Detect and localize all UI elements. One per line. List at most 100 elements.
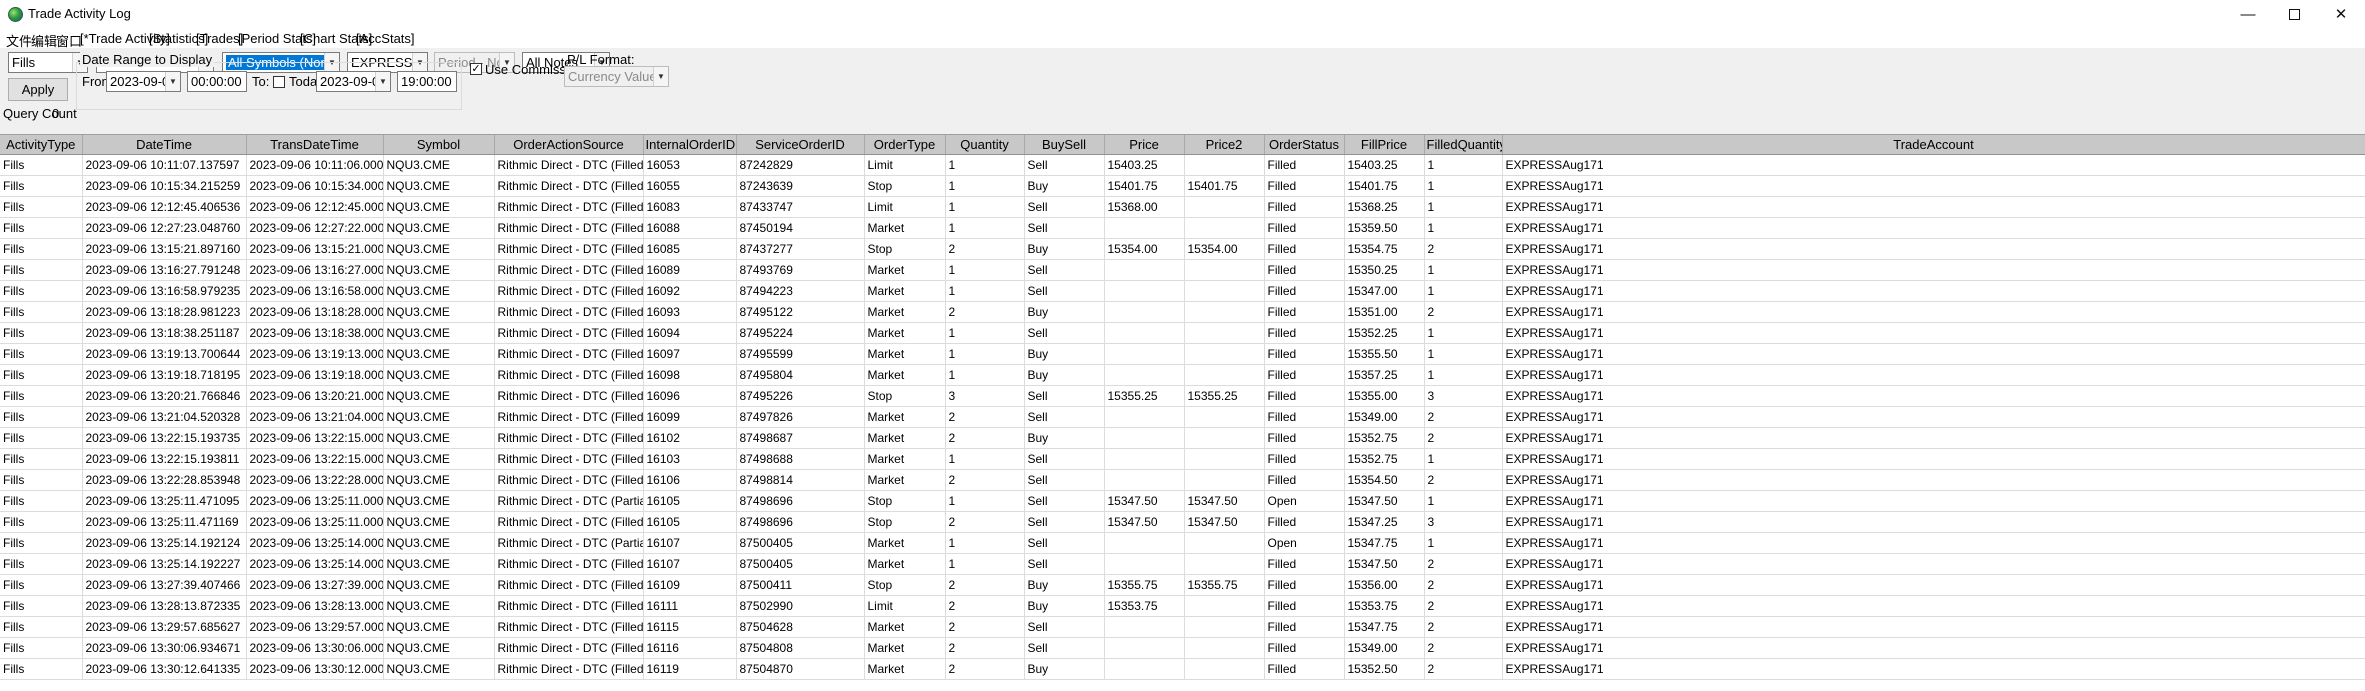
table-cell: 2023-09-06 13:30:06.000000 xyxy=(246,637,384,659)
from-date-picker[interactable]: 2023-09-06 ▼ xyxy=(106,71,181,92)
table-cell: 15368.00 xyxy=(1104,196,1185,218)
table-row[interactable]: Fills 2023-09-06 13:18:38.251187 2023-09-0… xyxy=(0,322,2365,344)
table-cell xyxy=(1184,553,1265,575)
table-cell: Rithmic Direct - DTC (Filled) xyxy=(494,196,644,218)
table-cell: NQU3.CME xyxy=(383,301,495,323)
table-cell: 15352.25 xyxy=(1344,322,1425,344)
table-cell: Fills xyxy=(0,595,83,617)
menu-acc-stats[interactable]: [AccStats] xyxy=(356,31,415,46)
close-icon[interactable]: ✕ xyxy=(2318,0,2364,28)
table-cell: Rithmic Direct - DTC (Filled) xyxy=(494,364,644,386)
table-cell: 87495226 xyxy=(736,385,865,407)
table-row[interactable]: Fills 2023-09-06 13:20:21.766846 2023-09-0… xyxy=(0,385,2365,407)
column-header[interactable]: OrderStatus xyxy=(1264,135,1345,155)
table-cell: 1 xyxy=(1424,217,1503,239)
table-cell: EXPRESSAug171 xyxy=(1502,196,2365,218)
table-cell xyxy=(1104,280,1185,302)
table-cell: Rithmic Direct - DTC (Filled) xyxy=(494,238,644,260)
table-cell: 1 xyxy=(1424,322,1503,344)
table-cell: 87493769 xyxy=(736,259,865,281)
table-cell xyxy=(1184,658,1265,680)
today-checkbox-icon[interactable] xyxy=(273,76,285,88)
use-commission-checkbox-icon[interactable]: ✓ xyxy=(470,63,482,75)
table-cell: Sell xyxy=(1024,406,1105,428)
dropdown-arrow-icon[interactable]: ▼ xyxy=(165,72,180,91)
table-row[interactable]: Fills 2023-09-06 13:18:28.981223 2023-09-0… xyxy=(0,301,2365,323)
table-cell: 2023-09-06 13:18:38.000000 xyxy=(246,322,384,344)
table-row[interactable]: Fills 2023-09-06 13:22:15.193811 2023-09-0… xyxy=(0,448,2365,470)
table-cell: Sell xyxy=(1024,553,1105,575)
column-header[interactable]: Price xyxy=(1104,135,1185,155)
table-cell: EXPRESSAug171 xyxy=(1502,259,2365,281)
column-header[interactable]: ActivityType xyxy=(0,135,83,155)
column-header[interactable]: OrderType xyxy=(864,135,946,155)
table-cell: Fills xyxy=(0,574,83,596)
table-row[interactable]: Fills 2023-09-06 12:27:23.048760 2023-09-0… xyxy=(0,217,2365,239)
table-cell: Rithmic Direct - DTC (Filled) xyxy=(494,616,644,638)
table-row[interactable]: Fills 2023-09-06 13:22:15.193735 2023-09-0… xyxy=(0,427,2365,449)
table-row[interactable]: Fills 2023-09-06 12:12:45.406536 2023-09-0… xyxy=(0,196,2365,218)
table-cell: Buy xyxy=(1024,595,1105,617)
table-cell: 15347.50 xyxy=(1344,490,1425,512)
table-row[interactable]: Fills 2023-09-06 13:19:18.718195 2023-09-0… xyxy=(0,364,2365,386)
table-cell: 1 xyxy=(945,322,1025,344)
column-header[interactable]: FillPrice xyxy=(1344,135,1425,155)
column-header[interactable]: InternalOrderID xyxy=(643,135,737,155)
table-row[interactable]: Fills 2023-09-06 13:16:58.979235 2023-09-0… xyxy=(0,280,2365,302)
table-row[interactable]: Fills 2023-09-06 13:15:21.897160 2023-09-0… xyxy=(0,238,2365,260)
table-cell: 2023-09-06 12:27:22.000000 xyxy=(246,217,384,239)
table-cell: Limit xyxy=(864,196,946,218)
table-row[interactable]: Fills 2023-09-06 13:22:28.853948 2023-09-0… xyxy=(0,469,2365,491)
table-cell: 2023-09-06 13:16:27.791248 xyxy=(82,259,247,281)
table-cell: NQU3.CME xyxy=(383,427,495,449)
table-cell: Rithmic Direct - DTC (Filled) xyxy=(494,175,644,197)
table-cell: Buy xyxy=(1024,238,1105,260)
table-cell: 15403.25 xyxy=(1344,154,1425,176)
maximize-icon[interactable] xyxy=(2271,0,2317,28)
table-cell: Limit xyxy=(864,154,946,176)
column-header[interactable]: TransDateTime xyxy=(246,135,384,155)
table-row[interactable]: Fills 2023-09-06 13:28:13.872335 2023-09-0… xyxy=(0,595,2365,617)
table-row[interactable]: Fills 2023-09-06 13:19:13.700644 2023-09-0… xyxy=(0,343,2365,365)
column-header[interactable]: Price2 xyxy=(1184,135,1265,155)
table-cell: Rithmic Direct - DTC (Filled) xyxy=(494,301,644,323)
dropdown-arrow-icon[interactable]: ▼ xyxy=(375,72,390,91)
table-row[interactable]: Fills 2023-09-06 13:30:12.641335 2023-09-0… xyxy=(0,658,2365,680)
table-cell: 16092 xyxy=(643,280,737,302)
minimize-icon[interactable]: — xyxy=(2225,0,2271,28)
table-row[interactable]: Fills 2023-09-06 13:25:14.192227 2023-09-0… xyxy=(0,553,2365,575)
table-row[interactable]: Fills 2023-09-06 10:15:34.215259 2023-09-0… xyxy=(0,175,2365,197)
table-row[interactable]: Fills 2023-09-06 13:16:27.791248 2023-09-0… xyxy=(0,259,2365,281)
table-cell: 2 xyxy=(1424,469,1503,491)
column-header[interactable]: ServiceOrderID xyxy=(736,135,865,155)
table-cell: Filled xyxy=(1264,553,1345,575)
table-cell: Filled xyxy=(1264,637,1345,659)
table-row[interactable]: Fills 2023-09-06 13:21:04.520328 2023-09-0… xyxy=(0,406,2365,428)
table-cell: Fills xyxy=(0,469,83,491)
column-header[interactable]: DateTime xyxy=(82,135,247,155)
table-row[interactable]: Fills 2023-09-06 13:25:11.471169 2023-09-0… xyxy=(0,511,2365,533)
table-cell: Filled xyxy=(1264,616,1345,638)
column-header[interactable]: BuySell xyxy=(1024,135,1105,155)
table-cell: 1 xyxy=(1424,154,1503,176)
table-row[interactable]: Fills 2023-09-06 13:27:39.407466 2023-09-0… xyxy=(0,574,2365,596)
column-header[interactable]: Symbol xyxy=(383,135,495,155)
column-header[interactable]: FilledQuantity xyxy=(1424,135,1503,155)
table-cell: 2 xyxy=(945,658,1025,680)
column-header[interactable]: OrderActionSource xyxy=(494,135,644,155)
table-row[interactable]: Fills 2023-09-06 13:30:06.934671 2023-09-0… xyxy=(0,637,2365,659)
apply-button[interactable]: Apply xyxy=(8,78,68,101)
column-header[interactable]: TradeAccount xyxy=(1502,135,2365,155)
table-row[interactable]: Fills 2023-09-06 13:29:57.685627 2023-09-0… xyxy=(0,616,2365,638)
table-cell: 1 xyxy=(945,259,1025,281)
table-cell: 87500405 xyxy=(736,553,865,575)
table-row[interactable]: Fills 2023-09-06 13:25:11.471095 2023-09-0… xyxy=(0,490,2365,512)
table-row[interactable]: Fills 2023-09-06 13:25:14.192124 2023-09-0… xyxy=(0,532,2365,554)
to-date-picker[interactable]: 2023-09-06 ▼ xyxy=(316,71,391,92)
column-header[interactable]: Quantity xyxy=(945,135,1025,155)
from-time-input[interactable]: 00:00:00 xyxy=(187,71,247,92)
to-time-input[interactable]: 19:00:00 xyxy=(397,71,457,92)
table-cell: Fills xyxy=(0,637,83,659)
menu-trades[interactable]: [Trades] xyxy=(196,31,243,46)
table-row[interactable]: Fills 2023-09-06 10:11:07.137597 2023-09-0… xyxy=(0,154,2365,176)
